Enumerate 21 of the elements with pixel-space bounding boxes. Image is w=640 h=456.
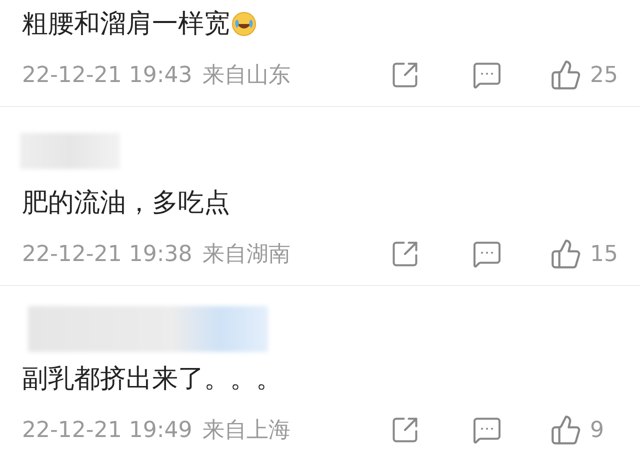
comment-icon[interactable]	[472, 60, 502, 90]
like-count: 15	[590, 242, 619, 266]
comment-time: 22-12-21 19:43	[22, 62, 192, 88]
comment-text: 粗腰和溜肩一样宽	[22, 8, 230, 41]
like-count: 25	[590, 62, 619, 88]
thumbs-up-icon[interactable]	[550, 59, 582, 91]
share-icon[interactable]	[390, 415, 420, 445]
comment-location: 来自上海	[202, 417, 292, 445]
thumbs-up-icon[interactable]	[550, 238, 582, 270]
comment-icon[interactable]	[472, 415, 502, 445]
comment-time: 22-12-21 19:38	[22, 242, 192, 266]
share-icon[interactable]	[390, 239, 420, 269]
comment-text: 肥的流油，多吃点	[22, 187, 230, 220]
comment-icon[interactable]	[472, 239, 502, 269]
comment-location: 来自湖南	[202, 241, 292, 269]
thumbs-up-icon[interactable]	[550, 414, 582, 446]
like-count: 9	[590, 418, 605, 442]
comment-location: 来自山东	[202, 62, 292, 90]
comment-time: 22-12-21 19:49	[22, 418, 192, 442]
comment-text: 副乳都挤出来了。。。	[22, 363, 282, 396]
share-icon[interactable]	[390, 60, 420, 90]
